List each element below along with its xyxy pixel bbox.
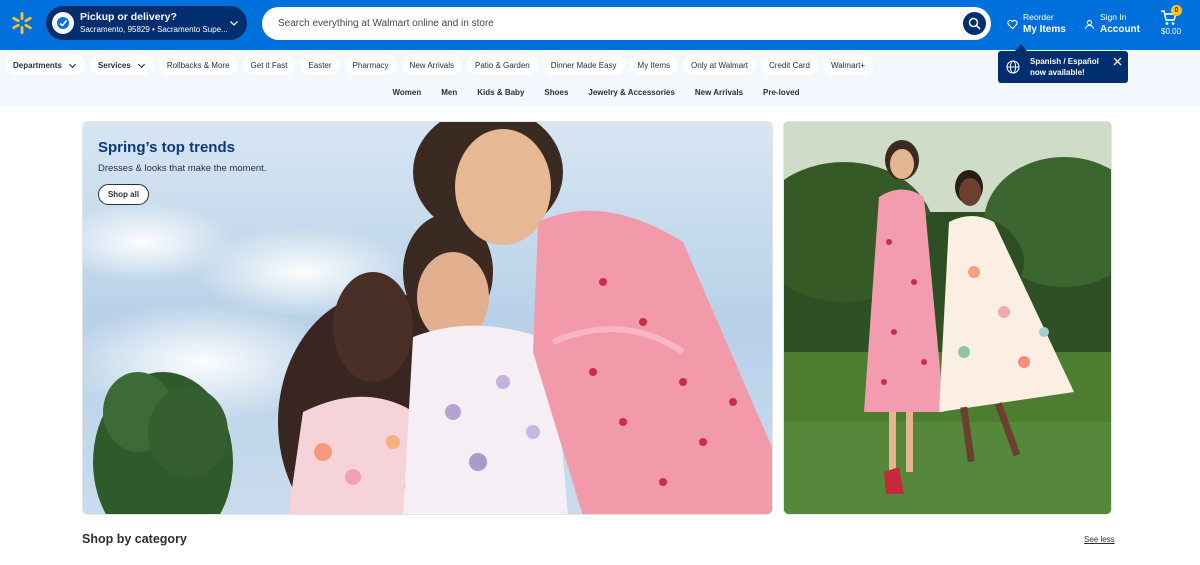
shop-all-button[interactable]: Shop all [98, 184, 149, 205]
category-women[interactable]: Women [383, 88, 432, 97]
pickup-delivery-selector[interactable]: Pickup or delivery? Sacramento, 95829 • … [46, 6, 247, 40]
account-label: Account [1100, 24, 1140, 35]
reorder-my-items[interactable]: Reorder My Items [1007, 9, 1066, 39]
search-bar [262, 7, 991, 40]
nav-pill-patio-garden[interactable]: Patio & Garden [467, 55, 538, 75]
nav-pill-row: Departments Services Rollbacks & More Ge… [5, 55, 874, 75]
cart-count-badge: 0 [1171, 5, 1182, 16]
globe-icon [1006, 60, 1020, 74]
category-pre-loved[interactable]: Pre-loved [753, 88, 809, 97]
language-toast-text: Spanish / Español now available! [1030, 57, 1099, 77]
shop-by-category-title: Shop by category [82, 532, 187, 546]
nav-pill-dinner-made-easy[interactable]: Dinner Made Easy [542, 55, 625, 75]
sign-in-account[interactable]: Sign In Account [1084, 9, 1140, 39]
chevron-down-icon [230, 21, 238, 26]
category-men[interactable]: Men [431, 88, 467, 97]
heart-icon [1007, 19, 1018, 29]
nav-pill-new-arrivals[interactable]: New Arrivals [401, 55, 463, 75]
cart-total: $0.00 [1161, 27, 1182, 36]
nav-pill-my-items[interactable]: My Items [629, 55, 678, 75]
hero-banner-secondary[interactable] [783, 121, 1112, 515]
category-kids-baby[interactable]: Kids & Baby [467, 88, 534, 97]
close-icon[interactable] [1113, 57, 1122, 66]
hero-photo-models-garden [784, 122, 1111, 514]
hero-photo-models [83, 122, 772, 514]
hero-title: Spring’s top trends [98, 139, 235, 156]
nav-pill-rollbacks[interactable]: Rollbacks & More [158, 55, 238, 75]
sign-in-label: Sign In [1100, 12, 1127, 22]
services-label: Services [97, 60, 131, 70]
nav-pill-only-at-walmart[interactable]: Only at Walmart [682, 55, 757, 75]
search-icon [968, 17, 981, 30]
category-shoes[interactable]: Shoes [534, 88, 578, 97]
my-items-label: My Items [1023, 24, 1066, 35]
category-nav: Women Men Kids & Baby Shoes Jewelry & Ac… [0, 88, 1200, 97]
walmart-spark-logo[interactable] [10, 11, 34, 35]
search-input[interactable] [278, 18, 938, 29]
nav-pill-walmart-plus[interactable]: Walmart+ [822, 55, 874, 75]
nav-pill-get-it-fast[interactable]: Get it Fast [242, 55, 296, 75]
toast-pointer [1015, 44, 1027, 51]
reorder-label: Reorder [1023, 12, 1054, 22]
services-menu[interactable]: Services [89, 55, 154, 75]
language-toast: Spanish / Español now available! [998, 51, 1128, 83]
departments-label: Departments [13, 60, 62, 70]
search-button[interactable] [963, 12, 986, 35]
chevron-down-icon [137, 63, 145, 68]
nav-pill-pharmacy[interactable]: Pharmacy [344, 55, 397, 75]
pickup-location: Sacramento, 95829 • Sacramento Supe... [80, 25, 228, 34]
category-new-arrivals[interactable]: New Arrivals [685, 88, 753, 97]
hero-banner-main[interactable]: Spring’s top trends Dresses & looks that… [82, 121, 773, 515]
nav-pill-credit-card[interactable]: Credit Card [761, 55, 818, 75]
header-bar: Pickup or delivery? Sacramento, 95829 • … [0, 0, 1200, 50]
hero-subtitle: Dresses & looks that make the moment. [98, 163, 267, 174]
pickup-title: Pickup or delivery? [80, 11, 177, 23]
departments-menu[interactable]: Departments [5, 55, 85, 75]
chevron-down-icon [68, 63, 76, 68]
user-icon [1084, 19, 1095, 29]
see-less-link[interactable]: See less [1084, 535, 1115, 544]
category-jewelry-accessories[interactable]: Jewelry & Accessories [578, 88, 684, 97]
delivery-icon [52, 12, 74, 34]
nav-pill-easter[interactable]: Easter [300, 55, 340, 75]
